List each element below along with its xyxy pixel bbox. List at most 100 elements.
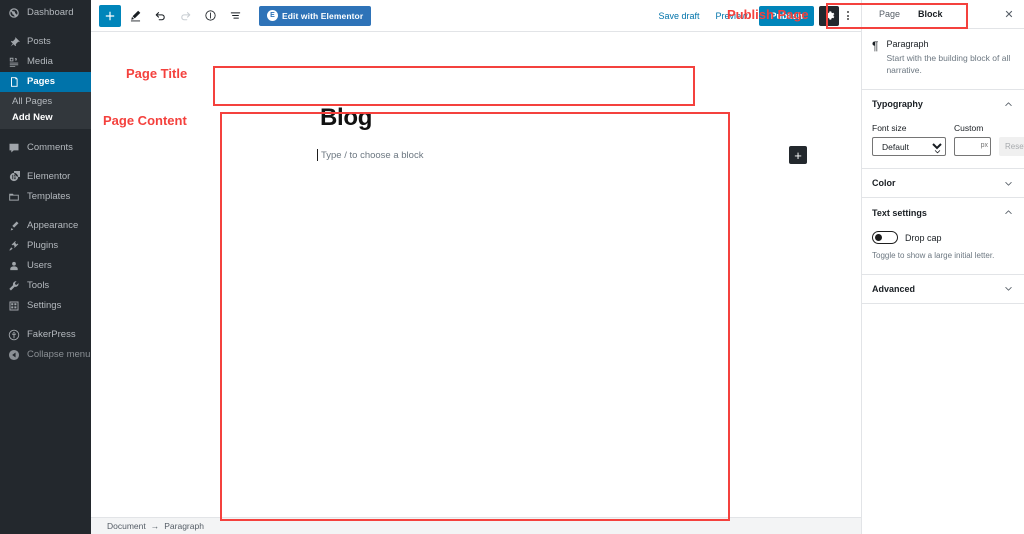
sidebar-item-dashboard[interactable]: Dashboard [0,3,91,23]
gear-icon [824,10,835,21]
tab-block[interactable]: Block [909,0,952,29]
sidebar-item-appearance[interactable]: Appearance [0,216,91,236]
header-left-tools: E Edit with Elementor [99,4,372,27]
chevron-up-icon [1003,207,1014,218]
block-name: Paragraph [886,39,929,49]
panel-title: Typography [872,99,923,110]
breadcrumb-document[interactable]: Document [107,521,146,531]
sidebar-divider [0,207,91,216]
chevron-down-icon [1003,178,1014,189]
panel-title: Text settings [872,207,927,218]
editor-canvas[interactable]: Blog Type / to choose a block + [91,32,861,517]
sidebar-item-comments[interactable]: Comments [0,138,91,158]
panel-title: Color [872,178,896,189]
custom-font-size-field: Custom px [954,123,991,157]
submenu-item-add-new[interactable]: Add New [0,110,91,126]
sidebar-item-label: Dashboard [27,7,74,18]
media-icon [8,56,20,68]
collapse-icon [8,349,20,361]
redo-icon [179,9,192,22]
drop-cap-row: Drop cap [872,231,1014,245]
sidebar-divider [0,316,91,325]
edit-with-elementor-button[interactable]: E Edit with Elementor [259,5,372,26]
breadcrumb-block[interactable]: Paragraph [164,521,204,531]
font-size-field: Font size Default [872,123,946,157]
panel-header-advanced[interactable]: Advanced [862,275,1024,304]
sidebar-item-label: Comments [27,142,73,153]
post-title-row[interactable]: Blog [304,98,786,138]
sidebar-item-label: Users [27,260,52,271]
publish-button[interactable]: Publish [759,5,814,26]
close-settings-button[interactable]: ✕ [1000,0,1018,28]
pin-icon [8,36,20,48]
save-draft-button[interactable]: Save draft [651,6,706,26]
dot [847,18,849,20]
toggle-knob [874,233,882,241]
sidebar-item-tools[interactable]: Tools [0,276,91,296]
settings-tabs: Page Block ✕ [862,0,1024,29]
font-size-controls: Font size Default Custom px Reset [872,123,1024,157]
elementor-icon [8,171,20,183]
tab-page[interactable]: Page [870,0,909,28]
font-size-select[interactable]: Default [872,137,946,157]
panel-header-typography[interactable]: Typography [862,90,1024,119]
custom-label: Custom [954,122,984,133]
sidebar-item-pages[interactable]: Pages [0,72,99,92]
sidebar-item-label: Templates [27,191,71,202]
sidebar-item-label: Settings [27,300,62,311]
sidebar-item-media[interactable]: Media [0,52,91,72]
inline-add-block-button[interactable]: + [789,146,807,164]
sidebar-item-plugins[interactable]: Plugins [0,236,91,256]
redo-button[interactable] [174,5,196,27]
sidebar-item-label: Elementor [27,171,71,182]
post-content-row[interactable]: Type / to choose a block + [312,146,810,164]
block-navigation-button[interactable] [224,5,246,27]
block-description: Start with the building block of all nar… [886,53,1011,76]
sidebar-item-elementor[interactable]: Elementor [0,167,91,187]
preview-button[interactable]: Preview [708,6,754,26]
drop-cap-label: Drop cap [905,232,942,243]
editor-column: E Edit with Elementor Save draft Preview… [91,0,861,534]
more-options-button[interactable] [841,5,855,27]
drop-cap-toggle[interactable] [872,231,898,245]
wordpress-block-editor: Dashboard Posts Media Pages All Pages Ad… [0,0,1024,534]
panel-body-typography: Font size Default Custom px Reset [862,119,1024,170]
sidebar-item-collapse-menu[interactable]: Collapse menu [0,345,91,365]
settings-gear-button[interactable] [819,5,839,26]
block-placeholder-text: Type / to choose a block [321,150,424,161]
panel-header-color[interactable]: Color [862,169,1024,199]
sidebar-item-label: Tools [27,280,50,291]
sidebar-divider [0,23,91,32]
dashboard-icon [8,7,20,19]
breadcrumb-arrow-icon: → [150,521,160,531]
settings-panel: Page Block ✕ ¶ Paragraph Start with the … [861,0,1024,534]
elementor-button-label: Edit with Elementor [282,10,364,21]
block-info-text: Paragraph Start with the building block … [886,39,1014,77]
sidebar-item-label: Media [27,56,53,67]
block-info-card: ¶ Paragraph Start with the building bloc… [862,29,1024,90]
info-icon [204,9,217,22]
drop-cap-help-text: Toggle to show a large initial letter. [872,251,995,261]
undo-icon [154,9,167,22]
editor-header-toolbar: E Edit with Elementor Save draft Preview… [91,0,861,32]
sidebar-item-posts[interactable]: Posts [0,32,91,52]
sidebar-item-label: FakerPress [27,329,76,340]
pages-icon [8,76,20,88]
tools-button[interactable] [124,5,146,27]
post-title-input[interactable]: Blog [320,104,372,132]
chevron-up-icon [1003,99,1014,110]
sidebar-item-users[interactable]: Users [0,256,91,276]
submenu-item-all-pages[interactable]: All Pages [0,94,91,110]
reset-font-size-button[interactable]: Reset [999,137,1024,157]
panel-header-text-settings[interactable]: Text settings [862,198,1024,227]
undo-button[interactable] [149,5,171,27]
sidebar-item-label: Collapse menu [27,349,91,360]
content-structure-button[interactable] [199,5,221,27]
block-placeholder[interactable]: Type / to choose a block [312,149,424,161]
sidebar-item-templates[interactable]: Templates [0,187,91,207]
text-caret [317,149,318,161]
sidebar-item-settings[interactable]: Settings [0,296,91,316]
add-block-button[interactable] [99,4,121,27]
plus-icon [104,10,116,22]
sidebar-item-fakerpress[interactable]: FakerPress [0,325,91,345]
